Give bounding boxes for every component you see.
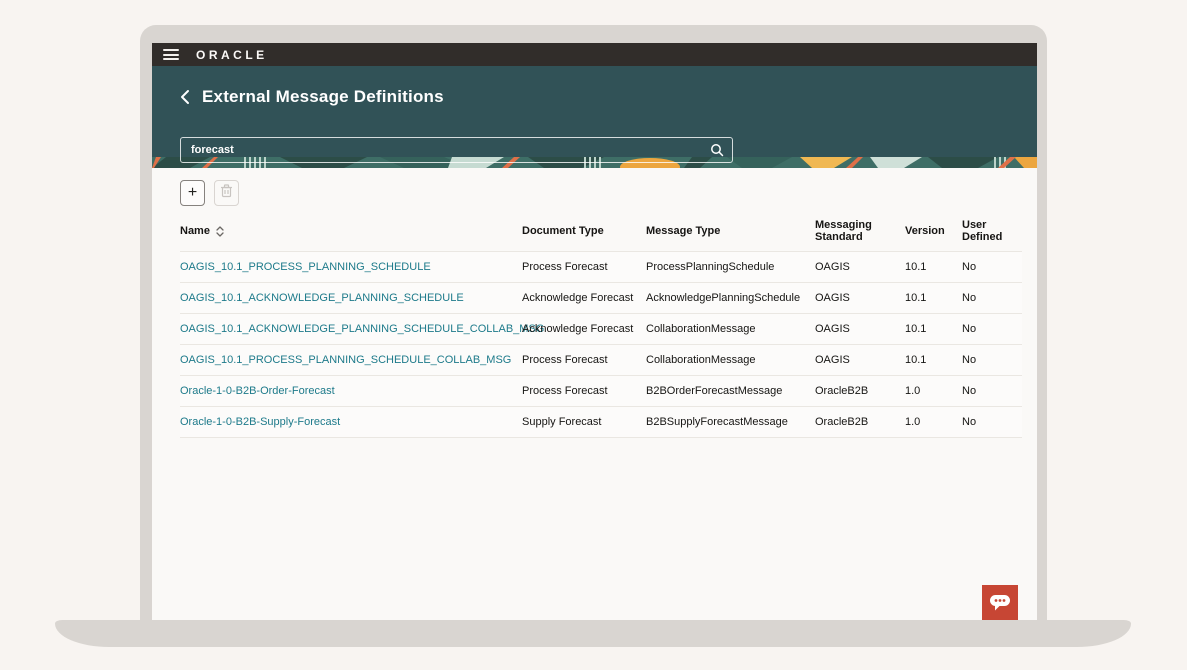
cell-user-defined: No [962, 345, 1022, 376]
oracle-logo: ORACLE [196, 48, 268, 62]
message-name-link[interactable]: OAGIS_10.1_PROCESS_PLANNING_SCHEDULE_COL… [180, 354, 511, 366]
message-name-link[interactable]: OAGIS_10.1_PROCESS_PLANNING_SCHEDULE [180, 261, 431, 273]
chat-button[interactable] [982, 585, 1018, 620]
cell-document-type: Supply Forecast [522, 407, 646, 438]
cell-messaging-standard: OAGIS [815, 252, 905, 283]
table-row: OAGIS_10.1_PROCESS_PLANNING_SCHEDULE Pro… [180, 252, 1022, 283]
cell-document-type: Acknowledge Forecast [522, 283, 646, 314]
top-bar: ORACLE [152, 43, 1037, 66]
cell-user-defined: No [962, 252, 1022, 283]
cell-message-type: AcknowledgePlanningSchedule [646, 283, 815, 314]
hamburger-menu-icon[interactable] [163, 49, 179, 60]
sort-icon[interactable] [216, 226, 224, 237]
main-content: + Name [152, 168, 1037, 620]
cell-messaging-standard: OracleB2B [815, 376, 905, 407]
cell-version: 10.1 [905, 314, 962, 345]
cell-messaging-standard: OAGIS [815, 283, 905, 314]
cell-version: 10.1 [905, 283, 962, 314]
column-header-user-defined: User Defined [962, 215, 1022, 252]
cell-user-defined: No [962, 314, 1022, 345]
cell-user-defined: No [962, 283, 1022, 314]
search-icon[interactable] [709, 142, 725, 158]
message-definitions-table: Name Document Type Message Type Messagin… [180, 215, 1022, 438]
table-row: OAGIS_10.1_ACKNOWLEDGE_PLANNING_SCHEDULE… [180, 314, 1022, 345]
table-row: Oracle-1-0-B2B-Order-Forecast Process Fo… [180, 376, 1022, 407]
cell-message-type: CollaborationMessage [646, 345, 815, 376]
cell-version: 10.1 [905, 252, 962, 283]
page-title: External Message Definitions [202, 87, 444, 107]
message-name-link[interactable]: OAGIS_10.1_ACKNOWLEDGE_PLANNING_SCHEDULE [180, 292, 464, 304]
column-header-name[interactable]: Name [180, 215, 522, 252]
cell-message-type: CollaborationMessage [646, 314, 815, 345]
search-input[interactable] [180, 137, 733, 163]
table-row: OAGIS_10.1_PROCESS_PLANNING_SCHEDULE_COL… [180, 345, 1022, 376]
cell-messaging-standard: OracleB2B [815, 407, 905, 438]
cell-document-type: Process Forecast [522, 252, 646, 283]
add-button[interactable]: + [180, 180, 205, 206]
cell-message-type: B2BOrderForecastMessage [646, 376, 815, 407]
cell-document-type: Process Forecast [522, 345, 646, 376]
cell-version: 1.0 [905, 376, 962, 407]
table-row: OAGIS_10.1_ACKNOWLEDGE_PLANNING_SCHEDULE… [180, 283, 1022, 314]
cell-version: 1.0 [905, 407, 962, 438]
cell-message-type: B2BSupplyForecastMessage [646, 407, 815, 438]
cell-document-type: Process Forecast [522, 376, 646, 407]
cell-document-type: Acknowledge Forecast [522, 314, 646, 345]
column-header-version: Version [905, 215, 962, 252]
delete-button[interactable] [214, 180, 239, 206]
laptop-base [55, 620, 1131, 647]
cell-messaging-standard: OAGIS [815, 345, 905, 376]
column-header-message-type: Message Type [646, 215, 815, 252]
trash-icon [220, 184, 233, 203]
laptop-frame: ORACLE External Message Definitions [140, 25, 1047, 620]
back-icon[interactable] [180, 89, 196, 105]
column-header-messaging-standard: Messaging Standard [815, 215, 905, 252]
message-name-link[interactable]: Oracle-1-0-B2B-Order-Forecast [180, 385, 335, 397]
table-toolbar: + [180, 180, 1037, 206]
table-row: Oracle-1-0-B2B-Supply-Forecast Supply Fo… [180, 407, 1022, 438]
cell-version: 10.1 [905, 345, 962, 376]
app-window: ORACLE External Message Definitions [152, 43, 1037, 620]
page-header: External Message Definitions [152, 66, 1037, 157]
chat-bubble-icon [989, 592, 1011, 615]
cell-messaging-standard: OAGIS [815, 314, 905, 345]
message-name-link[interactable]: OAGIS_10.1_ACKNOWLEDGE_PLANNING_SCHEDULE… [180, 323, 544, 335]
cell-user-defined: No [962, 376, 1022, 407]
cell-user-defined: No [962, 407, 1022, 438]
message-name-link[interactable]: Oracle-1-0-B2B-Supply-Forecast [180, 416, 340, 428]
table-header-row: Name Document Type Message Type Messagin… [180, 215, 1022, 252]
column-header-document-type: Document Type [522, 215, 646, 252]
cell-message-type: ProcessPlanningSchedule [646, 252, 815, 283]
